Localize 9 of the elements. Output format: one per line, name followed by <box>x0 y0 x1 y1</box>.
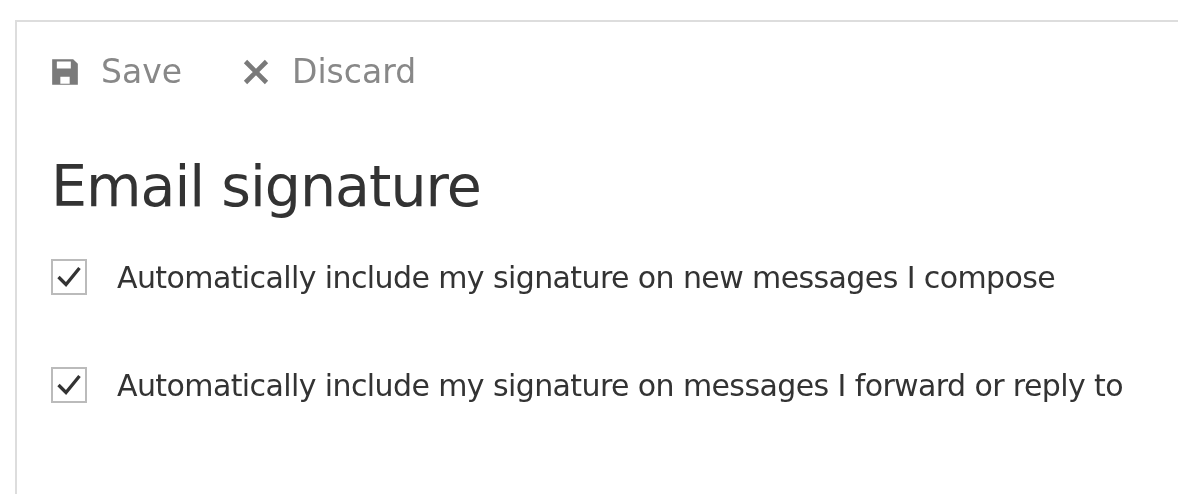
discard-button[interactable]: Discard <box>242 52 417 91</box>
save-icon <box>51 57 79 86</box>
page-heading: Email signature <box>51 153 482 219</box>
checkbox[interactable] <box>51 367 87 403</box>
option-label: Automatically include my signature on new messages I compose <box>117 259 1056 295</box>
close-icon <box>242 57 270 86</box>
option-label: Automatically include my signature on messages I forward or reply to <box>117 367 1123 403</box>
checkbox[interactable] <box>51 259 87 295</box>
save-button[interactable]: Save <box>51 52 182 91</box>
